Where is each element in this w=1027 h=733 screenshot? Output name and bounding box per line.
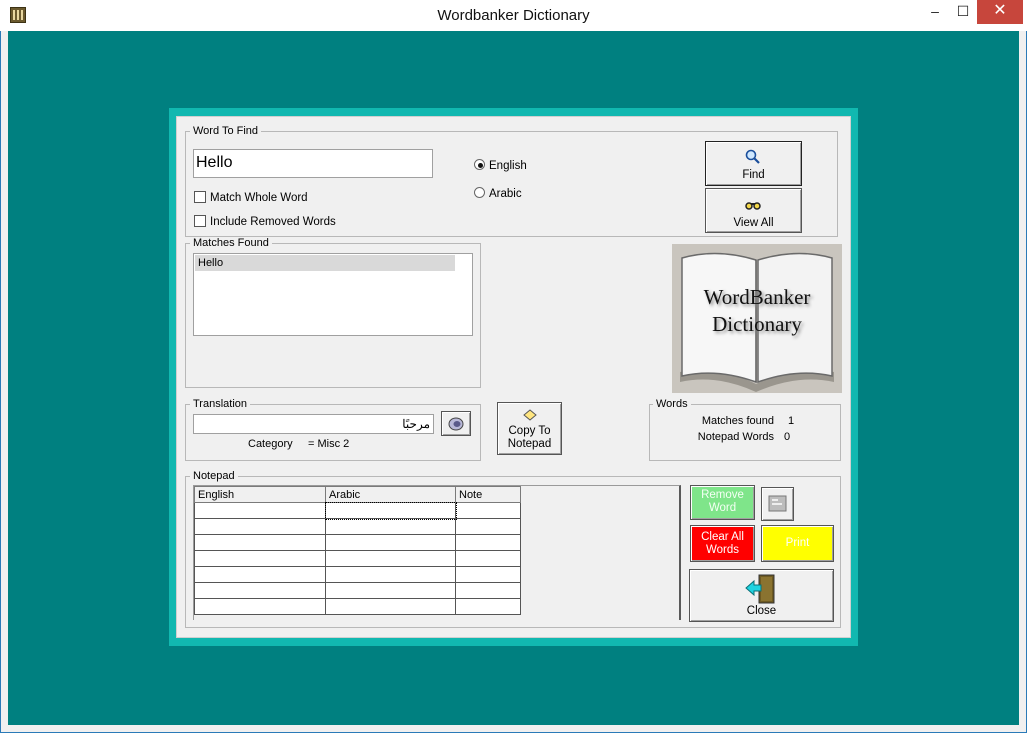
- english-radio[interactable]: [474, 159, 485, 170]
- word-search-input[interactable]: Hello: [193, 149, 433, 178]
- magnifier-icon: [745, 149, 760, 164]
- category-label: Category: [248, 438, 293, 450]
- table-cell[interactable]: [325, 534, 456, 551]
- logo-line-2: Dictionary: [712, 312, 802, 336]
- view-all-button-label: View All: [733, 217, 774, 229]
- remove-word-line-1: Remove: [701, 489, 744, 501]
- notepad-table[interactable]: English Arabic Note: [194, 486, 521, 615]
- copy-to-notepad-line-2: Notepad: [507, 438, 552, 450]
- table-row[interactable]: [194, 501, 521, 520]
- word-to-find-label: Word To Find: [190, 125, 262, 137]
- english-radio-label: English: [489, 160, 527, 172]
- notepad-words-count: 0: [784, 431, 791, 443]
- list-item[interactable]: Hello: [195, 255, 455, 271]
- notepad-label: Notepad: [190, 470, 238, 482]
- speaker-icon: [448, 417, 464, 431]
- table-cell[interactable]: [194, 582, 326, 599]
- title-bar[interactable]: Wordbanker Dictionary – ☐ ✕: [0, 0, 1027, 31]
- print-button[interactable]: Print: [761, 525, 834, 562]
- column-header-english[interactable]: English: [194, 486, 326, 503]
- remove-word-label: Remove Word: [691, 489, 754, 515]
- notepad-header-row: English Arabic Note: [194, 486, 521, 503]
- table-cell[interactable]: [194, 518, 326, 535]
- note-icon: [768, 495, 787, 512]
- table-row[interactable]: [194, 582, 521, 599]
- notepad-grid[interactable]: English Arabic Note: [193, 485, 681, 620]
- copy-to-notepad-line-1: Copy To: [508, 425, 551, 437]
- minimize-button[interactable]: –: [920, 0, 950, 24]
- table-cell[interactable]: [455, 598, 521, 615]
- table-cell[interactable]: [194, 566, 326, 583]
- close-button[interactable]: Close: [689, 569, 834, 622]
- category-value: = Misc 2: [308, 438, 350, 450]
- clear-all-words-line-2: Words: [705, 544, 740, 556]
- table-cell[interactable]: [325, 598, 456, 615]
- table-cell[interactable]: [325, 582, 456, 599]
- copy-to-notepad-label: Copy To Notepad: [498, 425, 561, 451]
- table-cell[interactable]: [325, 566, 456, 583]
- list-item-text: Hello: [198, 257, 224, 269]
- table-cell[interactable]: [455, 550, 521, 567]
- word-search-value: Hello: [196, 154, 233, 171]
- table-row[interactable]: [194, 566, 521, 583]
- table-cell[interactable]: [324, 501, 457, 520]
- remove-word-line-2: Word: [708, 502, 737, 514]
- table-row[interactable]: [194, 550, 521, 567]
- table-cell[interactable]: [325, 550, 456, 567]
- match-whole-word-label: Match Whole Word: [210, 192, 308, 204]
- table-cell[interactable]: [455, 502, 521, 519]
- clear-all-words-label: Clear All Words: [691, 531, 754, 557]
- table-cell[interactable]: [455, 534, 521, 551]
- logo-text: WordBanker Dictionary: [672, 284, 842, 338]
- words-label: Words: [653, 398, 691, 410]
- translation-label: Translation: [190, 398, 251, 410]
- binoculars-icon: [745, 202, 761, 210]
- include-removed-words-label: Include Removed Words: [210, 216, 336, 228]
- table-row[interactable]: [194, 518, 521, 535]
- matches-found-label: Matches Found: [190, 237, 272, 249]
- copy-to-notepad-button[interactable]: Copy To Notepad: [497, 402, 562, 455]
- table-row[interactable]: [194, 598, 521, 615]
- copy-icon: [523, 409, 537, 421]
- table-cell[interactable]: [325, 518, 456, 535]
- translation-value: مرحبًا: [402, 417, 430, 431]
- table-cell[interactable]: [455, 566, 521, 583]
- logo-line-1: WordBanker: [703, 285, 811, 309]
- column-header-arabic[interactable]: Arabic: [325, 486, 456, 503]
- speak-button[interactable]: [441, 411, 471, 436]
- close-button-label: Close: [746, 605, 777, 617]
- matches-list[interactable]: Hello: [193, 253, 473, 336]
- translation-field[interactable]: مرحبًا: [193, 414, 434, 434]
- close-window-button[interactable]: ✕: [977, 0, 1023, 24]
- table-cell[interactable]: [194, 550, 326, 567]
- arabic-radio-label: Arabic: [489, 188, 522, 200]
- wordbanker-logo-image: WordBanker Dictionary: [672, 244, 842, 393]
- view-all-button[interactable]: View All: [705, 188, 802, 233]
- table-cell[interactable]: [194, 598, 326, 615]
- arabic-radio[interactable]: [474, 187, 485, 198]
- table-row[interactable]: [194, 534, 521, 551]
- matches-found-count: 1: [788, 415, 795, 427]
- remove-word-button[interactable]: Remove Word: [690, 485, 755, 520]
- matches-found-count-label: Matches found: [701, 415, 774, 427]
- find-button-label: Find: [742, 169, 765, 181]
- print-button-label: Print: [785, 537, 810, 549]
- match-whole-word-checkbox[interactable]: [194, 191, 206, 203]
- column-header-note[interactable]: Note: [455, 486, 521, 503]
- notepad-words-count-label: Notepad Words: [697, 431, 774, 443]
- exit-door-icon: [745, 574, 775, 604]
- find-button[interactable]: Find: [705, 141, 802, 186]
- table-cell[interactable]: [194, 502, 326, 519]
- window-title: Wordbanker Dictionary: [437, 7, 590, 24]
- clear-all-words-button[interactable]: Clear All Words: [690, 525, 755, 562]
- table-cell[interactable]: [455, 518, 521, 535]
- maximize-button[interactable]: ☐: [950, 0, 976, 24]
- include-removed-words-checkbox[interactable]: [194, 215, 206, 227]
- note-edit-button[interactable]: [761, 487, 794, 521]
- table-cell[interactable]: [194, 534, 326, 551]
- clear-all-words-line-1: Clear All: [701, 531, 744, 543]
- table-cell[interactable]: [455, 582, 521, 599]
